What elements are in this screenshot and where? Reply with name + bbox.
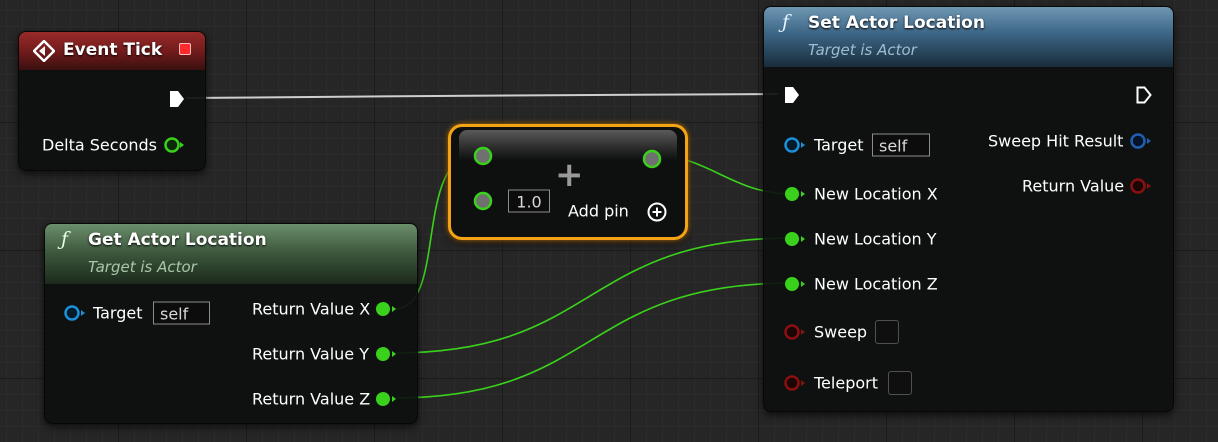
add-input-b-pin[interactable] (472, 190, 494, 212)
teleport-label: Teleport (814, 373, 878, 393)
target-self-field[interactable]: self (872, 133, 930, 157)
return-x-pin[interactable] (373, 300, 399, 318)
target-label: Target (814, 135, 864, 155)
add-pin-icon[interactable] (646, 201, 668, 223)
add-input-a-pin[interactable] (472, 145, 494, 167)
exec-wire (185, 93, 779, 99)
event-tick-title: Event Tick (63, 40, 163, 60)
sweep-pin[interactable] (782, 323, 808, 341)
sweep-hit-result-pin[interactable] (1128, 132, 1154, 150)
target-self-field[interactable]: self (153, 301, 210, 325)
wire-return-y-to-new-y (393, 237, 794, 354)
function-icon: ƒ (782, 11, 790, 33)
sweep-label: Sweep (814, 322, 868, 342)
set-actor-location-header[interactable]: ƒ Set Actor Location Target is Actor (764, 7, 1173, 67)
return-y-label: Return Value Y (252, 344, 369, 364)
event-tick-node[interactable]: Event Tick Delta Seconds (18, 31, 206, 171)
delta-seconds-pin[interactable] (163, 136, 187, 154)
target-label: Target (93, 303, 143, 323)
return-x-label: Return Value X (252, 299, 371, 319)
event-diamond-icon (33, 40, 55, 62)
set-actor-location-title: Set Actor Location (808, 13, 985, 33)
return-z-pin[interactable] (373, 390, 399, 408)
add-operator-symbol: + (555, 155, 584, 195)
return-value-label: Return Value (1022, 176, 1125, 196)
set-actor-location-subtitle: Target is Actor (808, 41, 917, 59)
wire-return-z-to-new-z (393, 282, 794, 399)
exec-then-pin[interactable] (1136, 86, 1152, 104)
function-icon: ƒ (61, 228, 69, 250)
new-location-x-pin[interactable] (782, 185, 808, 203)
return-value-pin[interactable] (1128, 177, 1154, 195)
new-location-y-pin[interactable] (782, 230, 808, 248)
teleport-pin[interactable] (782, 374, 808, 392)
teleport-checkbox[interactable] (888, 371, 912, 395)
sweep-checkbox[interactable] (875, 320, 899, 344)
exec-in-pin[interactable] (784, 86, 800, 104)
get-actor-location-node[interactable]: ƒ Get Actor Location Target is Actor Tar… (44, 223, 418, 424)
set-actor-location-node[interactable]: ƒ Set Actor Location Target is Actor Tar… (763, 6, 1174, 412)
new-location-z-label: New Location Z (814, 274, 938, 294)
get-actor-location-subtitle: Target is Actor (88, 258, 197, 276)
add-input-b-field[interactable]: 1.0 (508, 189, 550, 213)
new-location-y-label: New Location Y (814, 229, 937, 249)
new-location-x-label: New Location X (814, 184, 938, 204)
delta-seconds-label: Delta Seconds (42, 135, 157, 155)
event-tick-header[interactable]: Event Tick (19, 32, 205, 70)
stop-icon (179, 43, 191, 55)
target-pin[interactable] (62, 304, 88, 322)
sweep-hit-result-label: Sweep Hit Result (988, 131, 1124, 151)
add-output-pin[interactable] (641, 148, 663, 170)
exec-out-pin[interactable] (169, 90, 185, 108)
add-node[interactable]: 1.0 + Add pin (448, 124, 688, 240)
add-pin-label[interactable]: Add pin (568, 202, 629, 221)
target-pin[interactable] (782, 136, 808, 154)
return-y-pin[interactable] (373, 345, 399, 363)
return-z-label: Return Value Z (252, 389, 371, 409)
get-actor-location-title: Get Actor Location (88, 230, 267, 250)
new-location-z-pin[interactable] (782, 275, 808, 293)
get-actor-location-header[interactable]: ƒ Get Actor Location Target is Actor (45, 224, 417, 284)
